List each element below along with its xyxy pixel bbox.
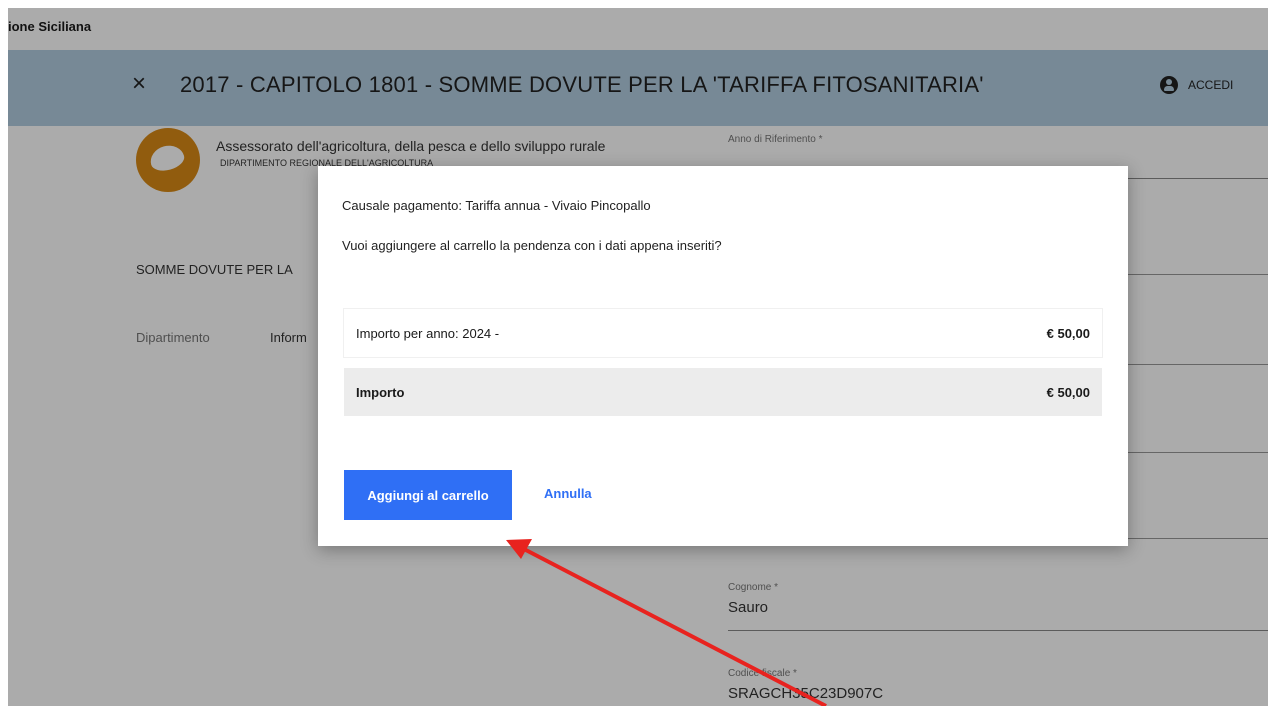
total-value: € 50,00 bbox=[1046, 384, 1090, 400]
amount-row-label: Importo per anno: 2024 - bbox=[356, 325, 500, 341]
payment-reason: Causale pagamento: Tariffa annua - Vivai… bbox=[342, 198, 651, 213]
confirm-question: Vuoi aggiungere al carrello la pendenza … bbox=[342, 238, 722, 253]
amount-row-value: € 50,00 bbox=[1046, 325, 1090, 341]
add-to-cart-button[interactable]: Aggiungi al carrello bbox=[344, 470, 512, 520]
total-label: Importo bbox=[356, 384, 405, 400]
page: ione Siciliana × 2017 - CAPITOLO 1801 - … bbox=[8, 8, 1268, 706]
total-row: Importo € 50,00 bbox=[344, 368, 1102, 416]
cancel-link[interactable]: Annulla bbox=[544, 486, 592, 501]
add-to-cart-dialog: Causale pagamento: Tariffa annua - Vivai… bbox=[318, 166, 1128, 546]
amount-row: Importo per anno: 2024 - € 50,00 bbox=[344, 309, 1102, 357]
